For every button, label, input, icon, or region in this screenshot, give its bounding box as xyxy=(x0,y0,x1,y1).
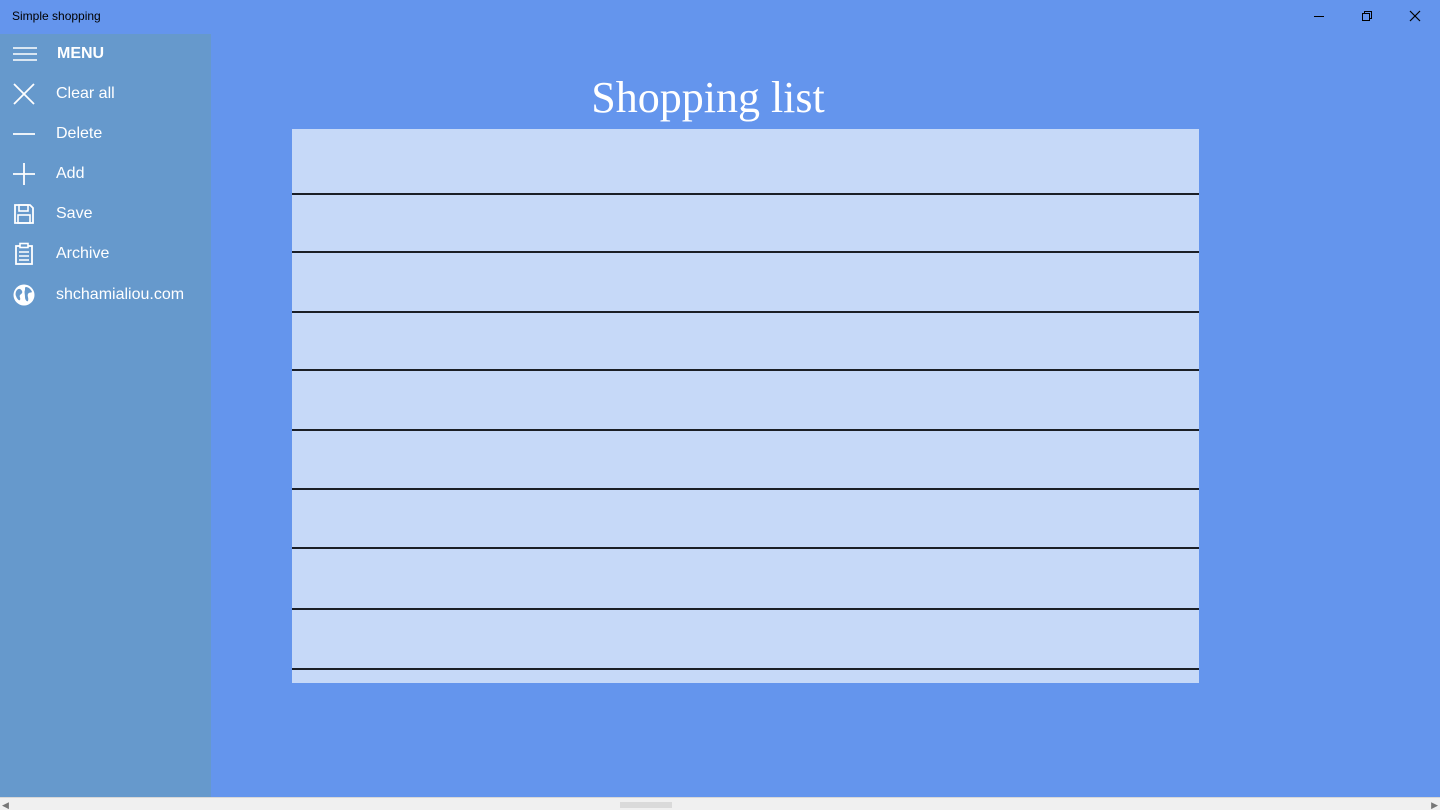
horizontal-scrollbar[interactable]: ◀ ▶ xyxy=(0,797,1440,810)
clipboard-icon xyxy=(15,242,33,265)
sidebar-item-clear-all[interactable]: Clear all xyxy=(0,74,211,114)
globe-icon xyxy=(13,284,35,306)
sidebar-item-delete[interactable]: Delete xyxy=(0,114,211,154)
list-item[interactable] xyxy=(292,195,1199,253)
list-item[interactable] xyxy=(292,371,1199,431)
menu-label: MENU xyxy=(57,45,105,62)
page-title: Shopping list xyxy=(591,73,825,122)
plus-icon xyxy=(13,163,35,185)
sidebar-item-save[interactable]: Save xyxy=(0,194,211,234)
sidebar-item-label: Clear all xyxy=(56,85,115,102)
save-icon xyxy=(14,204,34,224)
sidebar-item-add[interactable]: Add xyxy=(0,154,211,194)
sidebar-item-label: Archive xyxy=(56,245,110,262)
app-window: Simple shopping MENU Clear all Delete Ad… xyxy=(0,0,1440,810)
list-item[interactable] xyxy=(292,431,1199,490)
restore-button[interactable] xyxy=(1344,0,1390,32)
shopping-list xyxy=(292,129,1199,683)
sidebar-item-label: Add xyxy=(56,165,85,182)
close-window-icon xyxy=(1409,10,1421,22)
title-bar: Simple shopping xyxy=(0,0,1440,34)
menu-toggle[interactable]: MENU xyxy=(0,34,211,74)
close-icon xyxy=(13,83,35,105)
window-title: Simple shopping xyxy=(12,9,101,23)
list-item[interactable] xyxy=(292,610,1199,670)
list-item[interactable] xyxy=(292,313,1199,371)
minimize-icon xyxy=(1314,16,1324,17)
restore-icon xyxy=(1362,11,1372,21)
hamburger-icon xyxy=(13,47,37,61)
minimize-button[interactable] xyxy=(1296,0,1342,32)
sidebar-item-website[interactable]: shchamialiou.com xyxy=(0,275,211,315)
list-item[interactable] xyxy=(292,129,1199,195)
list-item[interactable] xyxy=(292,549,1199,610)
list-item[interactable] xyxy=(292,253,1199,313)
sidebar-item-label: shchamialiou.com xyxy=(56,286,185,303)
close-window-button[interactable] xyxy=(1392,0,1438,32)
sidebar-item-archive[interactable]: Archive xyxy=(0,234,211,274)
scroll-left-icon[interactable]: ◀ xyxy=(2,800,9,810)
sidebar-item-label: Save xyxy=(56,205,93,222)
sidebar-menu: MENU Clear all Delete Add Save Archive s… xyxy=(0,34,211,797)
scroll-right-icon[interactable]: ▶ xyxy=(1431,800,1438,810)
minus-icon xyxy=(13,133,35,135)
sidebar-item-label: Delete xyxy=(56,125,103,142)
list-item[interactable] xyxy=(292,490,1199,549)
scrollbar-thumb[interactable] xyxy=(620,802,672,808)
